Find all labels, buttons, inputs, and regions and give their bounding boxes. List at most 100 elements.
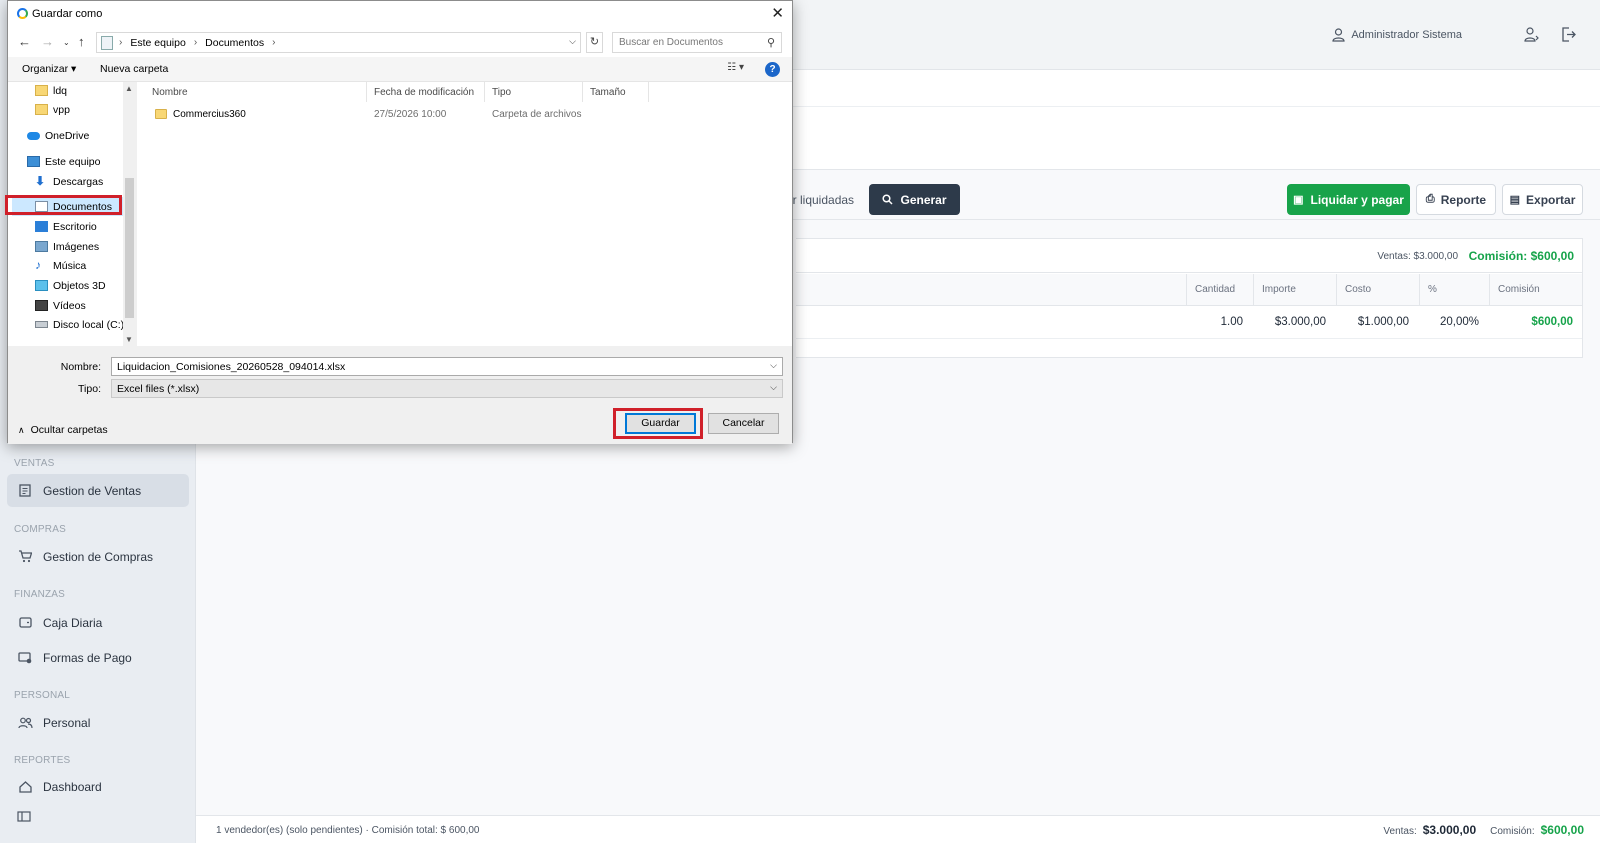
tree-item-vpp[interactable]: vpp [35,100,70,119]
sidebar-item-gestion-ventas[interactable]: Gestion de Ventas [7,474,189,507]
settle-pay-button[interactable]: ▣ Liquidar y pagar [1287,184,1410,215]
file-modified: 27/5/2026 10:00 [374,109,447,120]
file-icon: ▤ [1509,194,1521,206]
tree-item-este-equipo[interactable]: Este equipo [27,152,100,171]
refresh-icon[interactable]: ↻ [586,32,603,53]
tree-item-ldq[interactable]: ldq [35,82,67,100]
back-icon[interactable]: ← [18,34,31,49]
search-icon [882,194,894,205]
cell-cantidad: 1.00 [1220,316,1243,328]
music-icon: ♪ [35,258,41,272]
filetype-select[interactable]: Excel files (*.xlsx) ⌵ [111,379,783,398]
download-icon: ⬇ [35,174,46,188]
include-settled-label[interactable]: ir liquidadas [790,193,854,207]
sidebar-item-gestion-compras[interactable]: Gestion de Compras [7,540,189,573]
sidebar-item-label: Gestion de Ventas [43,483,142,498]
seller-card: Ventas: $3.000,00 Comisión: $600,00 Cant… [796,238,1583,358]
chevron-down-icon[interactable]: ⌵ [770,382,777,393]
report-button[interactable]: ⎙ Reporte [1416,184,1496,215]
close-icon[interactable]: ✕ [771,4,784,22]
tree-item-musica[interactable]: ♪ Música [35,256,86,275]
tree-scrollbar[interactable]: ▲ ▼ [123,82,136,346]
receipt-icon [17,484,33,498]
col-nombre[interactable]: Nombre [145,82,367,102]
export-button[interactable]: ▤ Exportar [1502,184,1583,215]
tree-item-onedrive[interactable]: OneDrive [27,126,89,145]
folder-icon [155,109,167,119]
tree-item-escritorio[interactable]: Escritorio [35,217,97,236]
footer-ventas-value: $3.000,00 [1422,823,1477,837]
col-comision: Comisión [1489,274,1583,306]
filename-field[interactable]: Liquidacion_Comisiones_20260528_094014.x… [111,357,783,376]
col-tipo[interactable]: Tipo [485,82,583,102]
cancel-button[interactable]: Cancelar [708,413,779,434]
report-label: Reporte [1440,192,1487,207]
footer-comision-label: Comisión: [1490,826,1535,837]
address-bar[interactable]: › Este equipo › Documentos › ⌵ [96,32,581,53]
chevron-down-icon[interactable]: ⌵ [569,36,576,47]
tree-item-imagenes[interactable]: Imágenes [35,237,99,256]
scroll-thumb[interactable] [125,178,134,318]
file-row[interactable]: Commercius360 27/5/2026 10:00 Carpeta de… [137,104,792,124]
up-icon[interactable]: ↑ [78,34,85,49]
breadcrumb-documentos[interactable]: Documentos [205,37,264,49]
sidebar-item-caja-diaria[interactable]: Caja Diaria [7,606,189,639]
view-options-icon[interactable]: ☷ ▾ [727,62,744,73]
organize-button[interactable]: Organizar ▾ [22,63,76,75]
footer-totals: Ventas: $3.000,00 Comisión: $600,00 [1383,823,1584,837]
wallet-icon [17,616,33,630]
settle-pay-label: Liquidar y pagar [1310,192,1404,207]
dialog-titlebar: Guardar como ✕ [8,1,792,27]
home-icon [17,780,33,794]
sidebar-group-compras: COMPRAS [14,524,66,535]
col-importe: Importe [1253,274,1336,306]
filetype-value: Excel files (*.xlsx) [117,383,200,395]
user-name: Administrador Sistema [1351,29,1462,41]
help-icon[interactable]: ? [765,62,780,77]
chevron-down-icon[interactable]: ⌵ [770,360,777,371]
file-type: Carpeta de archivos [492,109,582,120]
export-label: Exportar [1526,192,1576,207]
filetype-label: Tipo: [78,383,101,395]
new-folder-button[interactable]: Nueva carpeta [100,63,168,75]
highlight-save-button [613,408,703,439]
sidebar-item-dashboard[interactable]: Dashboard [7,772,189,794]
computer-icon [101,35,113,50]
footer-ventas-label: Ventas: [1383,826,1417,837]
generate-button[interactable]: Generar [869,184,960,215]
col-fecha[interactable]: Fecha de modificación [367,82,485,102]
switch-user-icon[interactable] [1524,27,1540,45]
tree-item-videos[interactable]: Vídeos [35,296,86,315]
filename-label: Nombre: [60,361,101,373]
cell-costo: $1.000,00 [1357,316,1409,328]
footer-summary: 1 vendedor(es) (solo pendientes) · Comis… [216,825,480,836]
tree-item-descargas[interactable]: ⬇ Descargas [35,172,103,191]
save-as-dialog: Guardar como ✕ ← → ⌄ ↑ › Este equipo › D… [5,0,793,444]
search-input[interactable]: Buscar en Documentos ⚲ [612,32,782,53]
sidebar-item-label: Formas de Pago [43,650,132,665]
cell-comision: $600,00 [1531,316,1573,328]
collapse-sidebar-icon[interactable] [17,811,31,825]
user-menu[interactable]: Administrador Sistema [1332,28,1462,42]
sidebar-item-personal[interactable]: Personal [7,706,189,739]
scroll-down-icon[interactable]: ▼ [125,335,133,344]
scroll-up-icon[interactable]: ▲ [125,84,133,93]
cart-icon [17,550,33,564]
tree-item-objetos-3d[interactable]: Objetos 3D [35,276,106,295]
breadcrumb-este-equipo[interactable]: Este equipo [130,37,185,49]
tree-item-disco-local[interactable]: Disco local (C:) [35,315,124,334]
col-tamano[interactable]: Tamaño [583,82,649,102]
forward-icon[interactable]: → [41,34,54,49]
sidebar-item-formas-pago[interactable]: Formas de Pago [7,641,189,674]
table-row[interactable]: 1.00 $3.000,00 $1.000,00 20,00% $600,00 [796,306,1582,339]
recent-dropdown-icon[interactable]: ⌄ [63,38,70,47]
drive-icon [35,321,48,328]
sidebar-group-reportes: REPORTES [14,755,71,766]
cloud-icon [27,131,40,140]
hide-folders-toggle[interactable]: ∧ Ocultar carpetas [18,424,108,436]
video-icon [35,300,48,311]
highlight-documentos [5,195,122,215]
logout-icon[interactable] [1561,27,1576,45]
generate-label: Generar [900,192,947,207]
user-icon [1332,28,1345,42]
